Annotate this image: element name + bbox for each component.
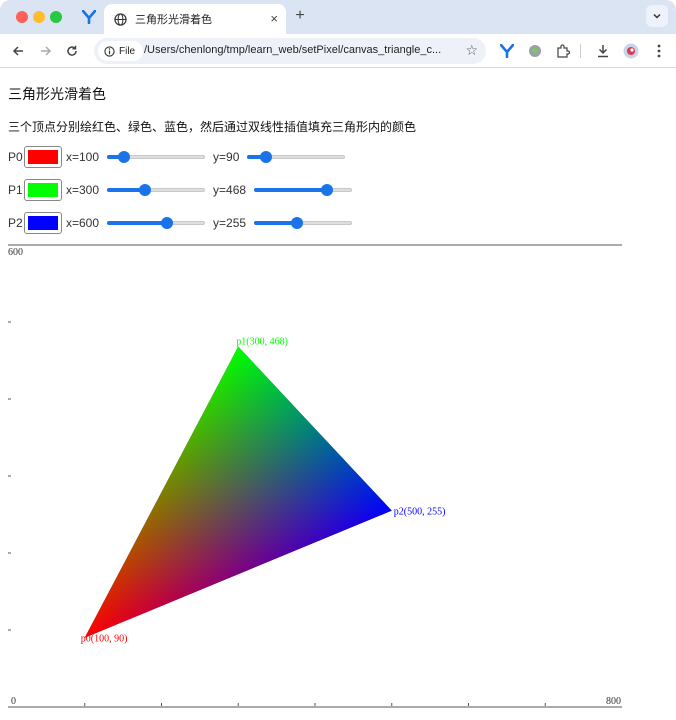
site-info-chip[interactable]: File: [98, 41, 144, 61]
color-swatch: [28, 183, 58, 197]
star-icon[interactable]: ☆: [465, 42, 478, 59]
back-button[interactable]: [8, 41, 28, 61]
info-chip-label: File: [119, 45, 136, 57]
x-slider-p1[interactable]: [107, 182, 206, 198]
shaded-triangle: [84, 346, 392, 638]
slider-thumb[interactable]: [160, 217, 173, 229]
color-swatch: [28, 216, 58, 230]
y-logo-icon: [82, 10, 96, 24]
new-tab-button[interactable]: +: [290, 7, 310, 25]
vertex-label-p1: p1(300, 468): [236, 337, 288, 348]
address-bar[interactable]: File /Users/chenlong/tmp/learn_web/setPi…: [94, 38, 486, 64]
profile-avatar[interactable]: [622, 42, 640, 60]
puzzle-icon[interactable]: [554, 42, 572, 60]
y-extension-icon[interactable]: [498, 42, 516, 60]
pinned-tab[interactable]: [78, 6, 100, 28]
active-tab[interactable]: 三角形光滑着色 ×: [104, 4, 286, 34]
color-picker-p0[interactable]: [24, 146, 62, 168]
vertex-label-p2: p2(500, 255): [394, 507, 446, 518]
y-slider-p2[interactable]: [254, 215, 353, 231]
point-label: P0: [8, 150, 23, 164]
y-slider-p1[interactable]: [254, 182, 353, 198]
x-slider-p2[interactable]: [107, 215, 206, 231]
x-min-label: 0: [11, 696, 16, 707]
x-max-label: 800: [606, 696, 621, 707]
tab-title: 三角形光滑着色: [135, 14, 212, 26]
color-swatch: [28, 150, 58, 164]
kebab-menu-icon[interactable]: [650, 42, 668, 60]
y-slider-p0[interactable]: [247, 149, 346, 165]
reload-button[interactable]: [62, 41, 82, 61]
reload-icon: [67, 45, 77, 56]
slider-thumb[interactable]: [260, 151, 273, 163]
globe-icon: [114, 12, 127, 26]
y-value-label: y=90: [213, 150, 240, 164]
forward-button[interactable]: [36, 41, 56, 61]
color-picker-p2[interactable]: [24, 212, 62, 234]
toolbar-divider: [580, 44, 581, 58]
window-minimize-button[interactable]: [33, 11, 45, 23]
y-max-label: 600: [8, 247, 23, 258]
vertex-label-p0: p0(100, 90): [81, 634, 128, 645]
x-slider-p0[interactable]: [107, 149, 206, 165]
x-value-label: x=100: [66, 150, 100, 164]
slider-thumb[interactable]: [139, 184, 152, 196]
point-label: P2: [8, 216, 23, 230]
info-icon: [104, 45, 115, 57]
point-control-row-p2: P2 x=600 y=255: [8, 211, 360, 235]
window-maximize-button[interactable]: [50, 11, 62, 23]
download-icon[interactable]: [594, 42, 612, 60]
point-control-row-p1: P1 x=300 y=468: [8, 178, 360, 202]
page-description: 三个顶点分别绘红色、绿色、蓝色，然后通过双线性插值填充三角形内的颜色: [8, 120, 417, 134]
page-title: 三角形光滑着色: [8, 86, 106, 102]
green-extension-icon[interactable]: [526, 42, 544, 60]
color-picker-p1[interactable]: [24, 179, 62, 201]
slider-thumb[interactable]: [290, 217, 303, 229]
tab-search-button[interactable]: [646, 5, 668, 27]
chevron-down-icon: [653, 13, 661, 19]
point-label: P1: [8, 183, 23, 197]
browser-toolbar: File /Users/chenlong/tmp/learn_web/setPi…: [0, 34, 676, 68]
window-close-button[interactable]: [16, 11, 28, 23]
point-control-row-p0: P0 x=100 y=90: [8, 145, 353, 169]
url-text[interactable]: /Users/chenlong/tmp/learn_web/setPixel/c…: [144, 44, 454, 56]
arrow-right-icon: [41, 46, 52, 56]
x-value-label: x=600: [66, 216, 100, 230]
slider-thumb[interactable]: [117, 151, 130, 163]
arrow-left-icon: [12, 46, 23, 56]
y-value-label: y=255: [213, 216, 247, 230]
tab-close-button[interactable]: ×: [270, 11, 278, 27]
y-value-label: y=468: [213, 183, 247, 197]
x-value-label: x=300: [66, 183, 100, 197]
triangle-canvas[interactable]: 600 0 800 p0(100, 90) p1(300, 468) p2(500,…: [0, 240, 676, 720]
browser-tab-bar: 三角形光滑着色 × +: [0, 0, 676, 34]
slider-thumb[interactable]: [321, 184, 334, 196]
